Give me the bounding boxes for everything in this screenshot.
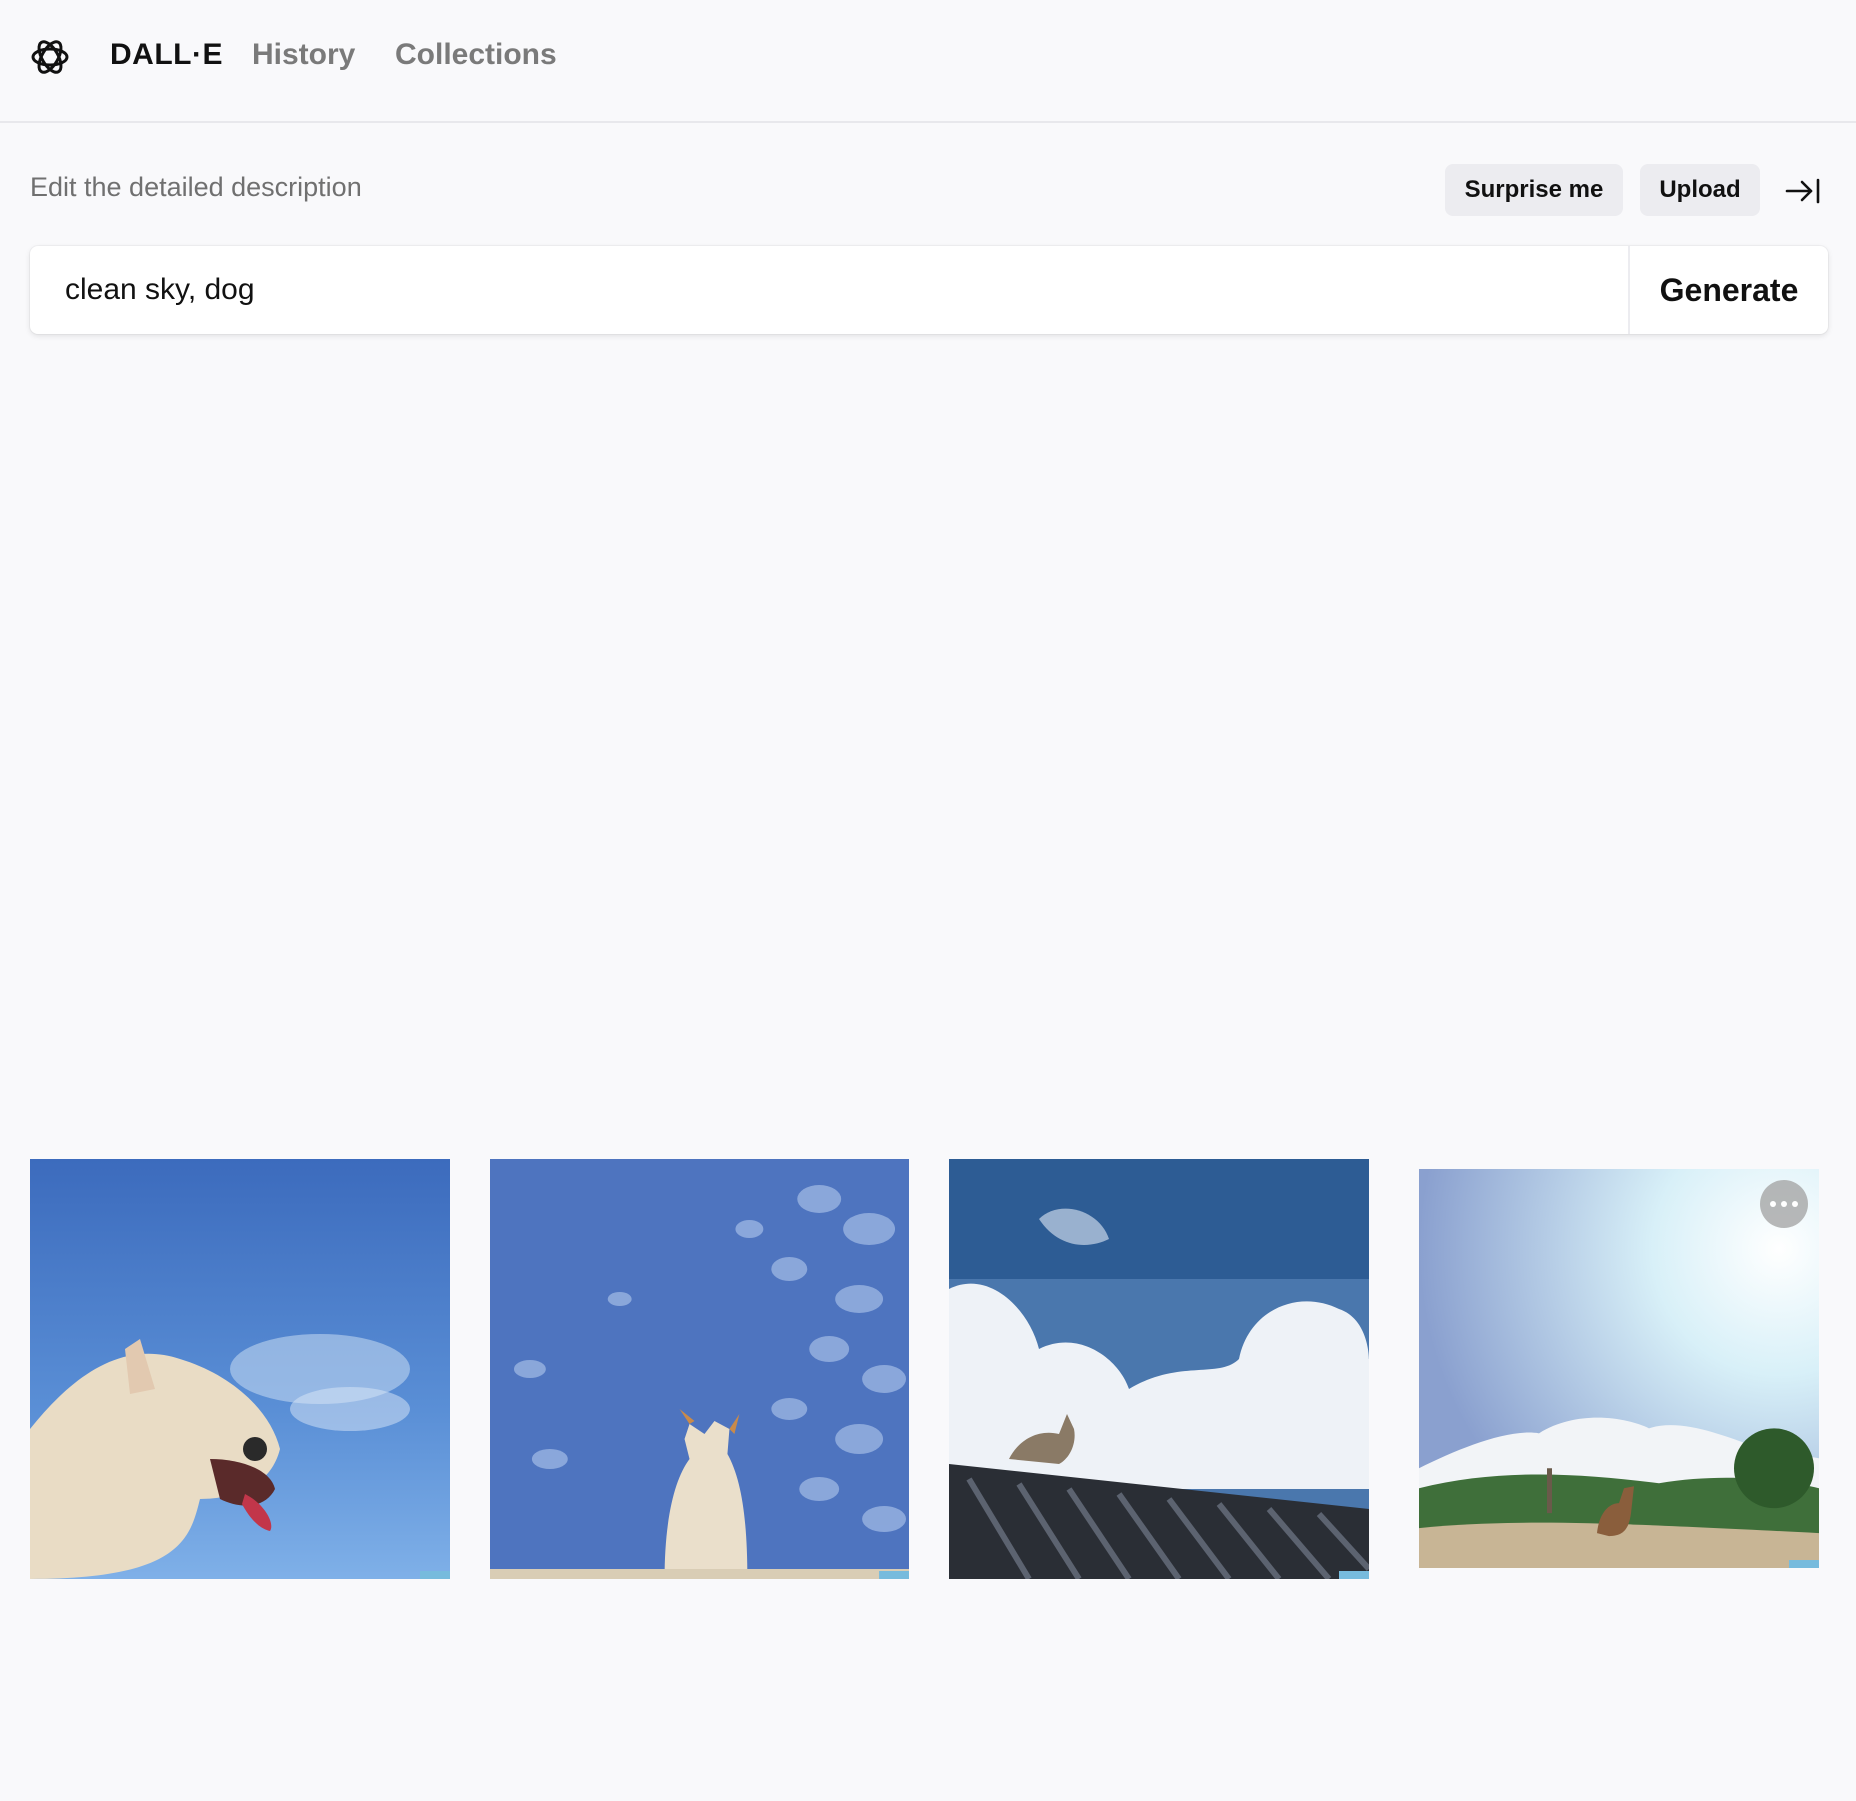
nav-brand-dalle[interactable]: DALL·E: [110, 38, 223, 72]
more-options-button[interactable]: [1760, 1180, 1808, 1228]
openai-logo-icon[interactable]: [27, 34, 73, 80]
surprise-me-button[interactable]: Surprise me: [1445, 164, 1623, 216]
prompt-box: Generate: [30, 246, 1828, 334]
result-image-3[interactable]: [949, 1159, 1369, 1579]
generate-button[interactable]: Generate: [1630, 246, 1828, 334]
collapse-right-icon[interactable]: [1785, 176, 1821, 206]
nav-link-collections[interactable]: Collections: [395, 38, 557, 72]
nav-link-history[interactable]: History: [252, 38, 355, 72]
top-navigation: DALL·E History Collections: [0, 0, 1856, 123]
more-horizontal-icon: [1770, 1201, 1776, 1207]
more-dot: [1781, 1201, 1787, 1207]
result-image-1[interactable]: [30, 1159, 450, 1579]
description-label: Edit the detailed description: [30, 172, 362, 202]
prompt-input[interactable]: [30, 246, 1628, 334]
more-dot: [1792, 1201, 1798, 1207]
upload-button[interactable]: Upload: [1640, 164, 1760, 216]
result-image-2[interactable]: [490, 1159, 909, 1579]
result-image-4[interactable]: [1419, 1169, 1819, 1568]
